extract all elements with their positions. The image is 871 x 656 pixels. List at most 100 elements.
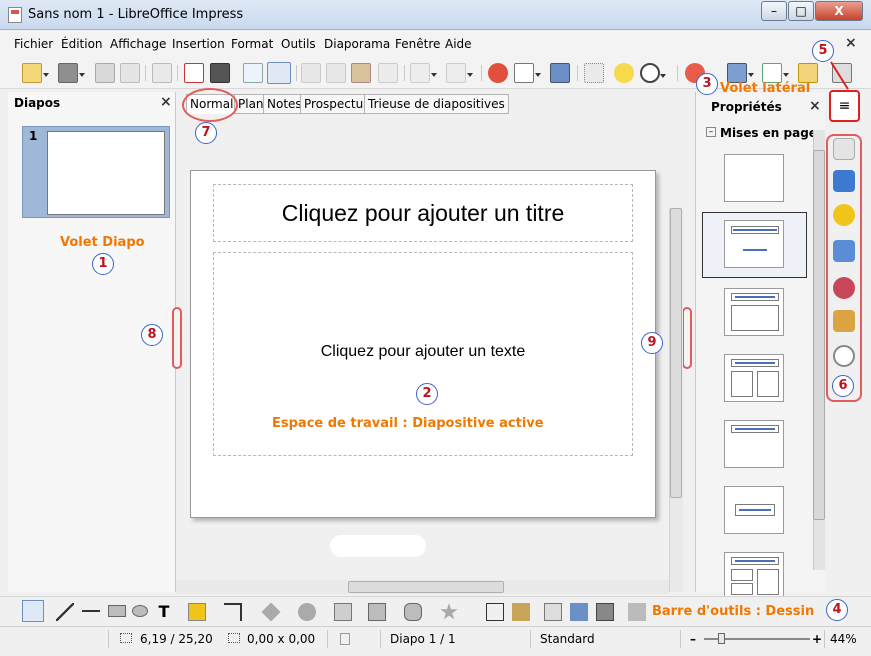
layout-blank[interactable] <box>724 154 784 202</box>
horizontal-scroll-thumb[interactable] <box>348 581 504 593</box>
title-placeholder[interactable]: Cliquez pour ajouter un titre <box>213 184 633 242</box>
autospellcheck-icon[interactable] <box>267 62 291 84</box>
layout-title-content-two[interactable] <box>724 552 784 600</box>
layout-icon[interactable] <box>762 63 789 83</box>
redo-icon[interactable] <box>446 63 473 83</box>
master-slide-icon[interactable] <box>798 63 818 83</box>
slide-icon[interactable] <box>727 63 754 83</box>
menu-insertion[interactable]: Insertion <box>172 37 225 51</box>
block-arrows-icon[interactable] <box>334 603 352 621</box>
menu-outils[interactable]: Outils <box>281 37 316 51</box>
wrench-icon[interactable] <box>833 138 855 160</box>
zoom-slider-thumb[interactable] <box>718 633 725 644</box>
close-slides-pane-icon[interactable]: × <box>160 94 172 110</box>
menu-diaporama[interactable]: Diaporama <box>324 37 390 51</box>
zoom-level[interactable]: 44% <box>830 632 857 646</box>
chart-icon[interactable] <box>488 63 508 83</box>
sidebar-scroll-thumb[interactable] <box>813 150 825 520</box>
sidebar-menu-button[interactable]: ≡ <box>829 90 860 122</box>
glue-points-icon[interactable] <box>512 603 530 621</box>
select-arrow-icon[interactable] <box>22 600 44 622</box>
maximize-button[interactable]: □ <box>788 1 814 21</box>
undo-icon[interactable] <box>410 63 437 83</box>
layout-title-two-content[interactable] <box>724 354 784 402</box>
ellipse-icon[interactable] <box>132 605 148 617</box>
active-slide[interactable]: Cliquez pour ajouter un titre Cliquez po… <box>190 170 656 518</box>
menu-fichier[interactable]: Fichier <box>14 37 53 51</box>
clone-formatting-icon[interactable] <box>378 63 398 83</box>
tab-prospectus[interactable]: Prospectus <box>300 94 374 114</box>
separator <box>530 630 531 648</box>
separator <box>327 630 328 648</box>
email-icon[interactable] <box>120 63 140 83</box>
layouts-header: Mises en page <box>720 126 817 140</box>
close-document-icon[interactable]: × <box>845 35 857 51</box>
curve-icon[interactable] <box>188 603 206 621</box>
collapse-layouts-icon[interactable]: – <box>706 127 716 137</box>
zoom-icon[interactable] <box>640 63 666 83</box>
points-icon[interactable] <box>486 603 504 621</box>
minimize-button[interactable]: – <box>761 1 787 21</box>
rectangle-icon[interactable] <box>108 605 126 617</box>
gallery-icon[interactable] <box>833 170 855 192</box>
callout-6: 6 <box>832 375 854 397</box>
menu-aide[interactable]: Aide <box>445 37 472 51</box>
right-pane-grip[interactable] <box>682 307 692 369</box>
connector-icon[interactable] <box>224 603 242 621</box>
menu-format[interactable]: Format <box>231 37 273 51</box>
star-icon[interactable] <box>833 204 855 226</box>
copy-icon[interactable] <box>326 63 346 83</box>
styles-icon[interactable] <box>833 240 855 262</box>
size-icon <box>228 633 240 643</box>
close-sidebar-icon[interactable]: × <box>809 98 821 114</box>
callouts-icon[interactable] <box>404 603 422 621</box>
cut-icon[interactable] <box>301 63 321 83</box>
callout-2: 2 <box>416 383 438 405</box>
paste-icon[interactable] <box>351 63 371 83</box>
export-pdf-icon[interactable] <box>184 63 204 83</box>
menu-fenetre[interactable]: Fenêtre <box>395 37 440 51</box>
transition-icon[interactable] <box>833 310 855 332</box>
impress-app-icon <box>8 7 22 23</box>
layout-title-only[interactable] <box>724 420 784 468</box>
layout-title-content[interactable] <box>724 288 784 336</box>
grid-icon[interactable] <box>584 63 604 83</box>
navigator-icon[interactable] <box>833 277 855 299</box>
tab-trieuse[interactable]: Trieuse de diapositives <box>364 94 509 114</box>
extrusion-icon[interactable] <box>596 603 614 621</box>
sidebar-annotation-label: Volet latéral <box>720 81 811 96</box>
save-icon[interactable] <box>95 63 115 83</box>
print-icon[interactable] <box>210 63 230 83</box>
open-folder-icon[interactable] <box>58 63 85 83</box>
edit-file-icon[interactable] <box>152 63 172 83</box>
spellcheck-icon[interactable] <box>243 63 263 83</box>
fontwork-icon[interactable] <box>570 603 588 621</box>
helplines-icon[interactable] <box>614 63 634 83</box>
callout-7: 7 <box>195 122 217 144</box>
new-document-icon[interactable] <box>22 63 49 83</box>
menu-affichage[interactable]: Affichage <box>110 37 166 51</box>
compass-icon[interactable] <box>833 345 855 367</box>
insert-image-icon[interactable] <box>544 603 562 621</box>
text-tool-icon[interactable]: T <box>155 603 173 621</box>
slide-thumbnail[interactable]: 1 <box>22 126 170 218</box>
symbol-shapes-icon[interactable] <box>298 603 316 621</box>
arrow-line-icon[interactable] <box>82 610 100 612</box>
flowchart-icon[interactable] <box>368 603 386 621</box>
display-grid-icon[interactable] <box>550 63 570 83</box>
separator <box>577 65 578 81</box>
table-icon[interactable] <box>514 63 541 83</box>
zoom-out-button[interactable]: – <box>690 632 696 646</box>
menu-edition[interactable]: Édition <box>61 37 103 51</box>
document-modified-icon[interactable] <box>340 633 350 645</box>
separator <box>296 65 297 81</box>
layout-centered-text[interactable] <box>724 486 784 534</box>
vertical-scroll-thumb[interactable] <box>670 208 682 498</box>
toggle-extrusion-icon[interactable] <box>628 603 646 621</box>
close-window-button[interactable]: X <box>815 1 863 21</box>
line-tool-icon[interactable] <box>56 603 74 621</box>
layout-title-subtitle[interactable] <box>724 220 784 268</box>
zoom-in-button[interactable]: + <box>812 632 822 646</box>
text-placeholder: Cliquez pour ajouter un texte <box>320 343 526 360</box>
left-pane-grip[interactable] <box>172 307 182 369</box>
